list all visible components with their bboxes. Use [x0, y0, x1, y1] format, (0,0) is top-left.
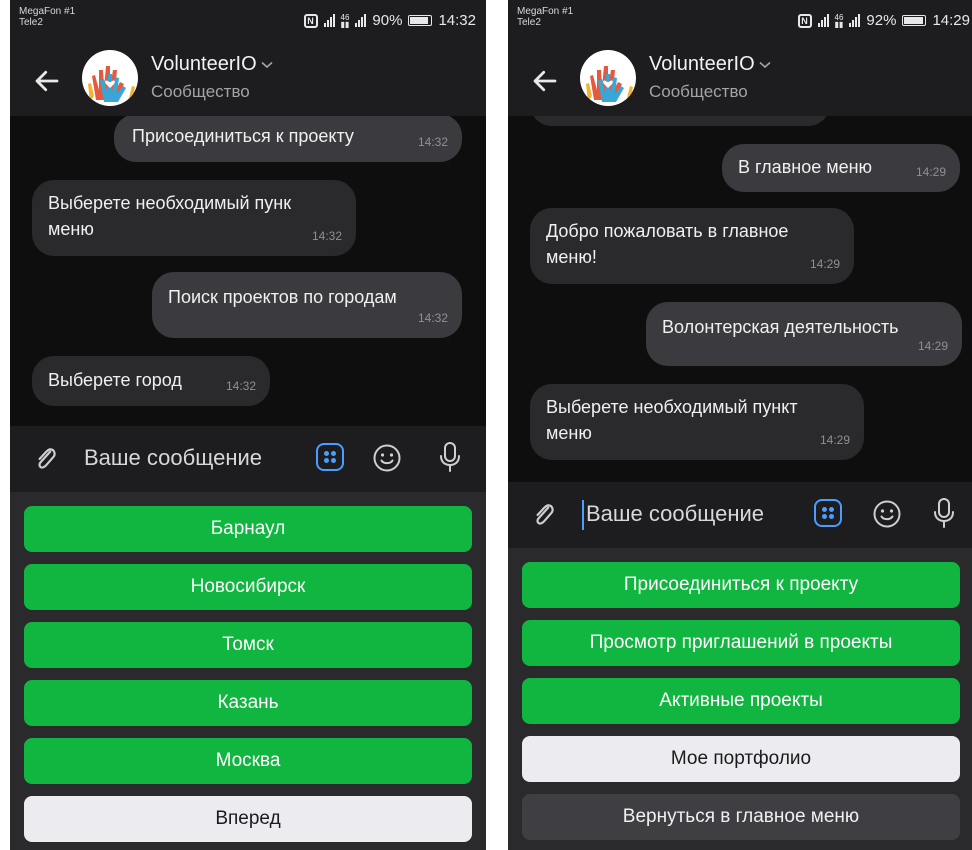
message-composer: Ваше сообщение — [508, 482, 972, 548]
message-input[interactable]: Ваше сообщение — [586, 501, 764, 527]
keyboard-button-next[interactable]: Вперед — [24, 796, 472, 842]
bot-keyboard-icon[interactable] — [316, 443, 344, 471]
keyboard-button-moscow[interactable]: Москва — [24, 738, 472, 784]
battery-percent: 90% — [372, 12, 403, 29]
chat-header: VolunteerIO Сообщество — [10, 44, 486, 116]
status-bar: MegaFon #1 Tele2 N 46 ▮▮ 92% 14:29 — [508, 0, 972, 44]
hands-logo-icon — [586, 66, 633, 102]
message-time: 14:32 — [417, 311, 448, 325]
carrier-info: MegaFon #1 Tele2 — [19, 6, 75, 28]
carrier-primary: MegaFon #1 — [19, 6, 76, 17]
message-text: Выберете необходимый пунк меню — [48, 193, 292, 239]
chat-subtitle: Сообщество — [649, 82, 748, 101]
message-bubble-partial — [530, 116, 830, 126]
message-time: 14:32 — [417, 135, 448, 149]
bot-keyboard-icon[interactable] — [814, 499, 842, 527]
status-bar: MegaFon #1 Tele2 N 46 ▮▮ 90% 14:32 — [10, 0, 486, 44]
back-arrow-icon[interactable] — [32, 66, 62, 96]
microphone-icon[interactable] — [932, 497, 956, 529]
signal-icon — [817, 14, 829, 27]
signal-2-icon — [849, 14, 861, 27]
keyboard-button-tomsk[interactable]: Томск — [24, 622, 472, 668]
battery-level — [904, 17, 923, 24]
keyboard-button-portfolio[interactable]: Мое портфолио — [522, 736, 960, 782]
chat-title-text: VolunteerIO — [151, 53, 257, 75]
battery-percent: 92% — [866, 12, 897, 29]
carrier-secondary: Tele2 — [517, 17, 541, 28]
bot-keyboard: Барнаул Новосибирск Томск Казань Москва … — [10, 492, 486, 850]
chat-title[interactable]: VolunteerIO — [151, 53, 273, 76]
keyboard-button-kazan[interactable]: Казань — [24, 680, 472, 726]
keyboard-button-barnaul[interactable]: Барнаул — [24, 506, 472, 552]
message-time: 14:32 — [225, 379, 256, 393]
message-time: 14:29 — [915, 165, 946, 179]
message-bubble: Поиск проектов по городам 14:32 — [152, 272, 462, 338]
message-bubble: Выберете необходимый пункт меню 14:29 — [530, 384, 864, 460]
hands-logo-icon — [88, 66, 135, 102]
screen-right: MegaFon #1 Tele2 N 46 ▮▮ 92% 14:29 Volun… — [508, 0, 972, 850]
message-time: 14:29 — [809, 257, 840, 271]
message-bubble: Выберете необходимый пунк меню 14:32 — [32, 180, 356, 256]
carrier-secondary: Tele2 — [19, 17, 43, 28]
message-bubble: В главное меню 14:29 — [722, 144, 960, 192]
message-list: Присоединиться к проекту 14:32 Выберете … — [10, 116, 486, 426]
screen-left: MegaFon #1 Tele2 N 46 ▮▮ 90% 14:32 Volun… — [10, 0, 486, 850]
signal-icon — [323, 14, 335, 27]
clock: 14:29 — [932, 12, 970, 29]
message-input[interactable]: Ваше сообщение — [84, 445, 262, 471]
battery-level — [410, 17, 429, 24]
chat-title[interactable]: VolunteerIO — [649, 53, 771, 76]
keyboard-button-back-to-menu[interactable]: Вернуться в главное меню — [522, 794, 960, 840]
signal-2-icon — [355, 14, 367, 27]
chevron-down-icon — [261, 61, 273, 68]
keyboard-button-novosibirsk[interactable]: Новосибирск — [24, 564, 472, 610]
message-time: 14:32 — [311, 229, 342, 243]
avatar[interactable] — [580, 50, 636, 106]
message-time: 14:29 — [819, 433, 850, 447]
carrier-primary: MegaFon #1 — [517, 6, 574, 17]
message-list: В главное меню 14:29 Добро пожаловать в … — [508, 116, 972, 482]
message-bubble: Присоединиться к проекту 14:32 — [114, 116, 462, 162]
network-4g-icon: 46 ▮▮ — [340, 12, 350, 29]
message-composer: Ваше сообщение — [10, 426, 486, 492]
bot-keyboard: Присоединиться к проекту Просмотр пригла… — [508, 548, 972, 850]
message-bubble: Добро пожаловать в главное меню! 14:29 — [530, 208, 854, 284]
keyboard-button-join-project[interactable]: Присоединиться к проекту — [522, 562, 960, 608]
chat-title-text: VolunteerIO — [649, 53, 755, 75]
network-4g-icon: 46 ▮▮ — [834, 12, 844, 29]
paperclip-icon[interactable] — [32, 444, 60, 474]
emoji-icon[interactable] — [872, 499, 902, 529]
chat-subtitle: Сообщество — [151, 82, 250, 101]
nfc-icon: N — [303, 13, 318, 28]
emoji-icon[interactable] — [372, 443, 402, 473]
chevron-down-icon — [759, 61, 771, 68]
carrier-info: MegaFon #1 Tele2 — [517, 6, 573, 28]
message-text: Добро пожаловать в главное меню! — [546, 221, 789, 267]
chat-header: VolunteerIO Сообщество — [508, 44, 972, 116]
message-time: 14:29 — [917, 339, 948, 353]
battery-icon — [408, 15, 433, 26]
message-bubble: Волонтерская деятельность 14:29 — [646, 302, 962, 366]
text-cursor — [582, 500, 584, 530]
message-text: Выберете необходимый пункт меню — [546, 397, 798, 443]
back-arrow-icon[interactable] — [530, 66, 560, 96]
message-text: Присоединиться к проекту — [132, 126, 354, 146]
keyboard-button-active-projects[interactable]: Активные проекты — [522, 678, 960, 724]
microphone-icon[interactable] — [438, 441, 462, 473]
paperclip-icon[interactable] — [530, 500, 558, 530]
message-bubble: Выберете город 14:32 — [32, 356, 270, 406]
battery-icon — [902, 15, 927, 26]
nfc-icon: N — [797, 13, 812, 28]
clock: 14:32 — [438, 12, 476, 29]
keyboard-button-view-invitations[interactable]: Просмотр приглашений в проекты — [522, 620, 960, 666]
avatar[interactable] — [82, 50, 138, 106]
